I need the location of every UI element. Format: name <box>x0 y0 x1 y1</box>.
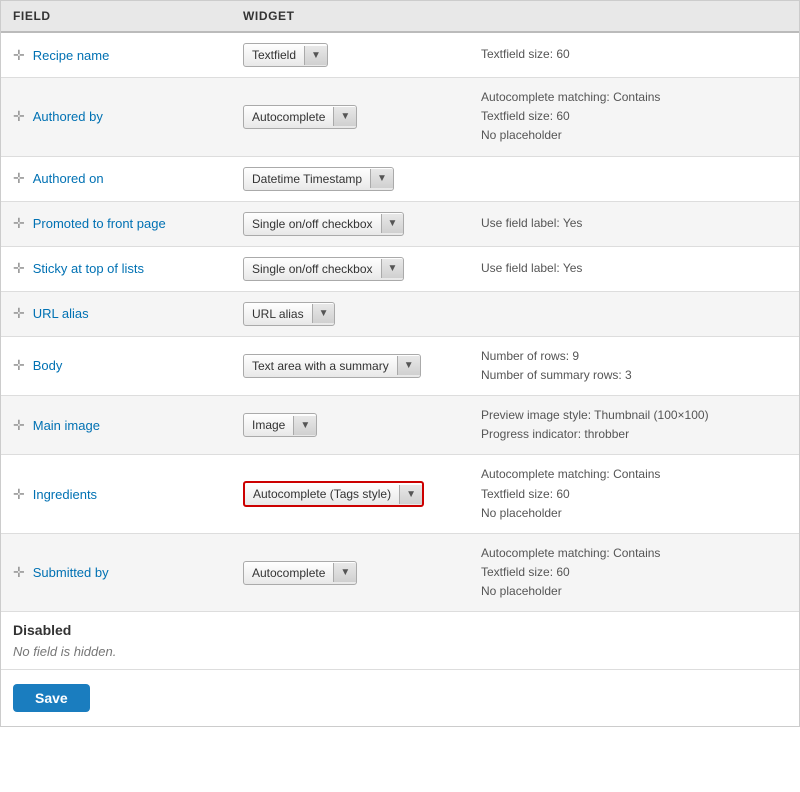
widget-select-url-alias[interactable]: URL alias▼ <box>243 302 335 326</box>
dropdown-arrow-icon[interactable]: ▼ <box>312 304 335 323</box>
info-cell-ingredients: Autocomplete matching: ContainsTextfield… <box>473 465 787 523</box>
drag-handle-icon[interactable]: ✛ <box>13 170 25 187</box>
header-info <box>473 9 787 23</box>
field-label-ingredients: Ingredients <box>33 487 97 502</box>
disabled-title: Disabled <box>13 622 787 638</box>
table-header: FIELD WIDGET <box>1 1 799 33</box>
info-cell-submitted-by: Autocomplete matching: ContainsTextfield… <box>473 544 787 602</box>
widget-select-text-url-alias: URL alias <box>244 303 312 325</box>
field-rows: ✛Recipe nameTextfield▼Textfield size: 60… <box>1 33 799 612</box>
info-cell-authored-by: Autocomplete matching: ContainsTextfield… <box>473 88 787 146</box>
dropdown-arrow-icon[interactable]: ▼ <box>399 485 422 504</box>
table-row: ✛ Authored on Datetime Timestamp▼ <box>1 157 799 202</box>
field-cell-authored-on: ✛ Authored on <box>13 170 243 187</box>
field-cell-promoted-front: ✛ Promoted to front page <box>13 215 243 232</box>
drag-handle-icon[interactable]: ✛ <box>13 486 25 503</box>
widget-cell-authored-by: Autocomplete▼ <box>243 105 473 129</box>
widget-select-text-body: Text area with a summary <box>244 355 397 377</box>
widget-select-text-submitted-by: Autocomplete <box>244 562 333 584</box>
field-cell-recipe-name: ✛ Recipe name <box>13 47 243 64</box>
info-cell-promoted-front: Use field label: Yes <box>473 214 787 233</box>
field-cell-sticky-top: ✛ Sticky at top of lists <box>13 260 243 277</box>
field-label-authored-by: Authored by <box>33 109 103 124</box>
widget-select-text-authored-by: Autocomplete <box>244 106 333 128</box>
dropdown-arrow-icon[interactable]: ▼ <box>370 169 393 188</box>
save-button[interactable]: Save <box>13 684 90 712</box>
dropdown-arrow-icon[interactable]: ▼ <box>333 107 356 126</box>
header-field: FIELD <box>13 9 243 23</box>
widget-select-body[interactable]: Text area with a summary▼ <box>243 354 421 378</box>
widget-cell-body: Text area with a summary▼ <box>243 354 473 378</box>
manage-display-table: FIELD WIDGET ✛Recipe nameTextfield▼Textf… <box>0 0 800 727</box>
widget-cell-recipe-name: Textfield▼ <box>243 43 473 67</box>
widget-select-authored-by[interactable]: Autocomplete▼ <box>243 105 357 129</box>
widget-select-text-authored-on: Datetime Timestamp <box>244 168 370 190</box>
drag-handle-icon[interactable]: ✛ <box>13 215 25 232</box>
field-cell-body: ✛ Body <box>13 357 243 374</box>
dropdown-arrow-icon[interactable]: ▼ <box>293 416 316 435</box>
widget-select-text-promoted-front: Single on/off checkbox <box>244 213 381 235</box>
widget-cell-promoted-front: Single on/off checkbox▼ <box>243 212 473 236</box>
widget-select-recipe-name[interactable]: Textfield▼ <box>243 43 328 67</box>
field-cell-ingredients: ✛ Ingredients <box>13 486 243 503</box>
widget-select-sticky-top[interactable]: Single on/off checkbox▼ <box>243 257 404 281</box>
field-cell-main-image: ✛ Main image <box>13 417 243 434</box>
widget-cell-main-image: Image▼ <box>243 413 473 437</box>
info-cell-main-image: Preview image style: Thumbnail (100×100)… <box>473 406 787 444</box>
field-label-recipe-name: Recipe name <box>33 48 110 63</box>
field-label-promoted-front: Promoted to front page <box>33 216 166 231</box>
widget-select-promoted-front[interactable]: Single on/off checkbox▼ <box>243 212 404 236</box>
drag-handle-icon[interactable]: ✛ <box>13 564 25 581</box>
table-row: ✛ Submitted by Autocomplete▼ Autocomplete m… <box>1 534 799 613</box>
field-label-url-alias: URL alias <box>33 306 89 321</box>
disabled-message: No field is hidden. <box>13 644 787 659</box>
widget-select-main-image[interactable]: Image▼ <box>243 413 317 437</box>
dropdown-arrow-icon[interactable]: ▼ <box>397 356 420 375</box>
info-cell-sticky-top: Use field label: Yes <box>473 259 787 278</box>
widget-select-text-sticky-top: Single on/off checkbox <box>244 258 381 280</box>
table-row: ✛URL aliasURL alias▼ <box>1 292 799 337</box>
header-widget: WIDGET <box>243 9 473 23</box>
dropdown-arrow-icon[interactable]: ▼ <box>381 214 404 233</box>
widget-cell-url-alias: URL alias▼ <box>243 302 473 326</box>
table-row: ✛ Authored by Autocomplete▼ Autocomplete ma… <box>1 78 799 157</box>
field-label-authored-on: Authored on <box>33 171 104 186</box>
table-row: ✛ Main image Image▼ Preview image style: Th… <box>1 396 799 455</box>
disabled-section: Disabled No field is hidden. <box>1 612 799 670</box>
dropdown-arrow-icon[interactable]: ▼ <box>304 46 327 65</box>
widget-cell-authored-on: Datetime Timestamp▼ <box>243 167 473 191</box>
drag-handle-icon[interactable]: ✛ <box>13 47 25 64</box>
field-label-sticky-top: Sticky at top of lists <box>33 261 144 276</box>
field-cell-url-alias: ✛ URL alias <box>13 305 243 322</box>
info-cell-recipe-name: Textfield size: 60 <box>473 45 787 64</box>
widget-cell-submitted-by: Autocomplete▼ <box>243 561 473 585</box>
table-row: ✛IngredientsAutocomplete (Tags style)▼Au… <box>1 455 799 534</box>
field-label-submitted-by: Submitted by <box>33 565 109 580</box>
table-row: ✛ Sticky at top of lists Single on/off che… <box>1 247 799 292</box>
save-area: Save <box>1 670 799 726</box>
widget-select-text-main-image: Image <box>244 414 293 436</box>
field-label-main-image: Main image <box>33 418 100 433</box>
widget-cell-ingredients: Autocomplete (Tags style)▼ <box>243 481 473 507</box>
drag-handle-icon[interactable]: ✛ <box>13 417 25 434</box>
widget-select-authored-on[interactable]: Datetime Timestamp▼ <box>243 167 394 191</box>
drag-handle-icon[interactable]: ✛ <box>13 260 25 277</box>
dropdown-arrow-icon[interactable]: ▼ <box>381 259 404 278</box>
field-cell-submitted-by: ✛ Submitted by <box>13 564 243 581</box>
field-label-body: Body <box>33 358 63 373</box>
field-cell-authored-by: ✛ Authored by <box>13 108 243 125</box>
drag-handle-icon[interactable]: ✛ <box>13 108 25 125</box>
dropdown-arrow-icon[interactable]: ▼ <box>333 563 356 582</box>
drag-handle-icon[interactable]: ✛ <box>13 305 25 322</box>
widget-select-submitted-by[interactable]: Autocomplete▼ <box>243 561 357 585</box>
widget-select-text-ingredients: Autocomplete (Tags style) <box>245 483 399 505</box>
widget-select-ingredients[interactable]: Autocomplete (Tags style)▼ <box>243 481 424 507</box>
drag-handle-icon[interactable]: ✛ <box>13 357 25 374</box>
widget-cell-sticky-top: Single on/off checkbox▼ <box>243 257 473 281</box>
info-cell-body: Number of rows: 9Number of summary rows:… <box>473 347 787 385</box>
table-row: ✛ Body Text area with a summary▼ Number of … <box>1 337 799 396</box>
widget-select-text-recipe-name: Textfield <box>244 44 304 66</box>
table-row: ✛ Promoted to front page Single on/off che… <box>1 202 799 247</box>
table-row: ✛ Recipe name Textfield▼ Textfield size: 60 <box>1 33 799 78</box>
